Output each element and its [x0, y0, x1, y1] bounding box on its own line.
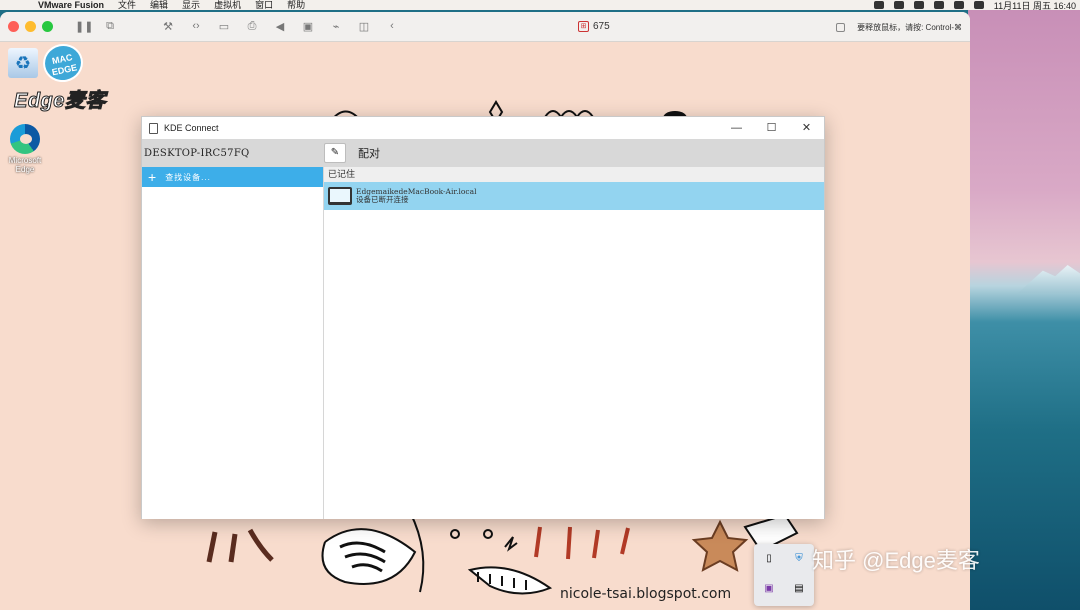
drive-icon[interactable]: ▭: [217, 20, 231, 33]
device-text: EdgemaikedeMacBook-Air.local 设备已断开连接: [356, 188, 477, 204]
battery-icon[interactable]: [953, 1, 964, 9]
windows-badge-icon: ⊞: [578, 21, 589, 32]
disk-icon[interactable]: ◫: [357, 20, 371, 33]
system-tray-overflow: ▯ ⛨ ▣ ▤: [754, 544, 814, 606]
macos-wallpaper: [968, 10, 1080, 610]
security-shield-icon[interactable]: ⛨: [792, 552, 806, 566]
wifi-icon[interactable]: [973, 1, 984, 9]
menubar-clock[interactable]: 11月11日 周五 16:40: [994, 0, 1076, 11]
pair-page-title: 配对: [358, 148, 380, 160]
close-window-button[interactable]: [8, 21, 19, 32]
zoom-window-button[interactable]: [42, 21, 53, 32]
status-icon[interactable]: [873, 1, 884, 9]
menu-app-name[interactable]: VMware Fusion: [38, 0, 104, 10]
usb-icon[interactable]: ⌁: [329, 20, 343, 33]
onenote-icon[interactable]: ▣: [762, 582, 776, 596]
minimize-window-button[interactable]: [25, 21, 36, 32]
vmware-tools: ❚❚ ⧉ ⚒ ‹› ▭ ⎙ ◀ ▣ ⌁ ◫ ‹: [75, 20, 399, 33]
printer-icon[interactable]: ⎙: [245, 20, 259, 33]
menu-vm[interactable]: 虚拟机: [214, 0, 241, 10]
device-status: 设备已断开连接: [356, 195, 409, 204]
find-devices-item[interactable]: + 查找设备...: [142, 167, 323, 187]
window-controls: [8, 21, 53, 32]
status-icon[interactable]: [913, 1, 924, 9]
remembered-section-header: 已记住: [324, 167, 824, 182]
vm-release-hint: 要释放鼠标，请按: Control-⌘: [836, 22, 962, 33]
kde-titlebar[interactable]: KDE Connect — ☐ ✕: [142, 117, 824, 139]
chevron-left-icon[interactable]: ‹: [385, 20, 399, 33]
wallpaper-iceberg: [1018, 265, 1080, 293]
kde-connect-window: KDE Connect — ☐ ✕ DESKTOP-IRC57FQ ✎ 配对 +…: [141, 116, 825, 519]
maximize-button[interactable]: ☐: [754, 117, 789, 139]
kde-window-title: KDE Connect: [164, 123, 219, 133]
menu-edit[interactable]: 编辑: [150, 0, 168, 10]
vmware-toolbar: ❚❚ ⧉ ⚒ ‹› ▭ ⎙ ◀ ▣ ⌁ ◫ ‹ ⊞ 675 要释放鼠标，请按: …: [0, 12, 970, 42]
menubar-status-area: 11月11日 周五 16:40: [873, 0, 1080, 11]
zhihu-watermark: 知乎 @Edge麦客: [812, 548, 980, 573]
kde-header: DESKTOP-IRC57FQ ✎ 配对: [142, 139, 824, 167]
find-devices-label: 查找设备...: [165, 172, 211, 182]
kde-connect-app-icon: [149, 122, 158, 134]
pair-panel: 已记住 EdgemaikedeMacBook-Air.local 设备已断开连接: [324, 167, 824, 519]
status-icon[interactable]: [933, 1, 944, 9]
blog-url-text: nicole-tsai.blogspot.com: [560, 586, 732, 602]
plus-icon: +: [148, 169, 158, 185]
snapshot-icon[interactable]: ⧉: [103, 20, 117, 33]
fullscreen-icon[interactable]: [836, 23, 846, 33]
minimize-button[interactable]: —: [719, 117, 754, 139]
device-icon[interactable]: ▤: [792, 582, 806, 596]
menu-help[interactable]: 帮助: [287, 0, 305, 10]
remembered-device-row[interactable]: EdgemaikedeMacBook-Air.local 设备已断开连接: [324, 182, 824, 210]
rename-pencil-icon[interactable]: ✎: [324, 143, 346, 163]
vm-title: ⊞ 675: [578, 21, 610, 32]
status-icon[interactable]: [893, 1, 904, 9]
vm-hint-text: 要释放鼠标，请按: Control-⌘: [857, 23, 962, 32]
code-icon[interactable]: ‹›: [189, 20, 203, 33]
pause-icon[interactable]: ❚❚: [75, 20, 93, 33]
laptop-icon: [328, 187, 352, 205]
camera-icon[interactable]: ▣: [301, 20, 315, 33]
kde-body: + 查找设备... 已记住 EdgemaikedeMacBook-Air.loc…: [142, 167, 824, 519]
speaker-icon[interactable]: ◀: [273, 20, 287, 33]
wrench-icon[interactable]: ⚒: [161, 20, 175, 33]
macos-menubar: VMware Fusion 文件 编辑 显示 虚拟机 窗口 帮助 11月11日 …: [0, 0, 1080, 10]
kde-window-buttons: — ☐ ✕: [719, 117, 824, 139]
usb-drive-icon[interactable]: ▯: [762, 552, 776, 566]
menu-view[interactable]: 显示: [182, 0, 200, 10]
close-button[interactable]: ✕: [789, 117, 824, 139]
menu-window[interactable]: 窗口: [255, 0, 273, 10]
device-hostname: DESKTOP-IRC57FQ: [144, 147, 250, 159]
device-sidebar: + 查找设备...: [142, 167, 324, 519]
vm-title-text: 675: [593, 21, 610, 32]
menu-file[interactable]: 文件: [118, 0, 136, 10]
